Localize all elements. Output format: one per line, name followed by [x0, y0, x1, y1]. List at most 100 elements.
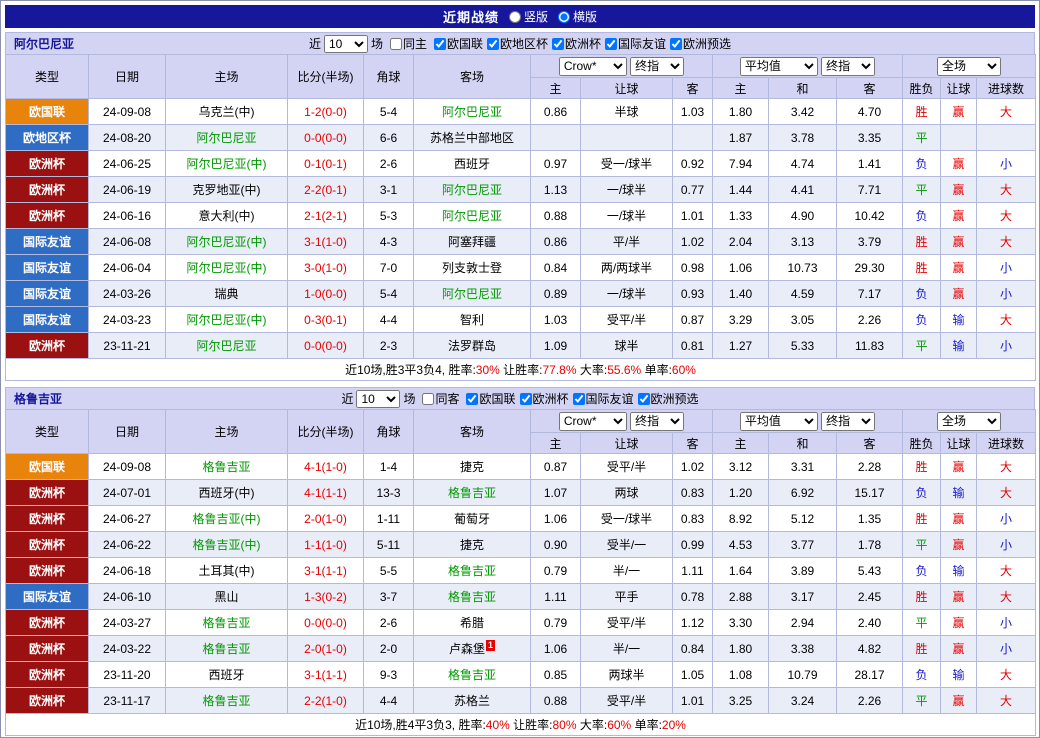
view-radio[interactable]	[558, 11, 570, 23]
league-filter[interactable]: 欧洲预选	[634, 390, 699, 407]
handicap-odds-away-cell: 0.93	[673, 281, 713, 307]
avg-odds-draw-cell: 10.73	[769, 255, 837, 281]
result-winloss-cell: 负	[903, 307, 941, 333]
handicap-odds-away-cell: 1.12	[673, 610, 713, 636]
home-team-cell: 西班牙	[166, 662, 288, 688]
league-checkbox[interactable]	[573, 393, 585, 405]
avg-odds-home-cell: 1.27	[713, 333, 769, 359]
type-cell: 欧洲杯	[6, 636, 89, 662]
handicap-odds-home-cell: 1.09	[531, 333, 581, 359]
handicap-line-cell: 受一/球半	[581, 151, 673, 177]
same-venue-option[interactable]: 同客	[418, 390, 459, 407]
europe-stage-select[interactable]: 终指	[821, 412, 875, 431]
handicap-odds-group-header: Crow* 终指	[531, 410, 713, 433]
date-cell: 24-06-10	[89, 584, 166, 610]
league-filter[interactable]: 国际友谊	[601, 35, 666, 52]
same-venue-checkbox[interactable]	[422, 393, 434, 405]
league-filter[interactable]: 欧洲杯	[548, 35, 601, 52]
league-checkbox[interactable]	[605, 38, 617, 50]
avg-odds-away-cell: 2.26	[837, 307, 903, 333]
period-select[interactable]: 全场	[937, 412, 1001, 431]
away-team-cell: 法罗群岛	[414, 333, 531, 359]
match-row: 欧洲杯24-06-19克罗地亚(中)2-2(0-1)3-1阿尔巴尼亚1.13一/…	[6, 177, 1036, 203]
handicap-odds-home-cell: 0.90	[531, 532, 581, 558]
europe-odds-group-header: 平均值 终指	[713, 55, 903, 78]
match-count-select[interactable]: 10	[324, 35, 368, 53]
away-team-cell: 阿塞拜疆	[414, 229, 531, 255]
handicap-odds-away-cell: 1.01	[673, 203, 713, 229]
handicap-odds-home-cell: 1.07	[531, 480, 581, 506]
result-winloss-cell: 平	[903, 610, 941, 636]
same-venue-option[interactable]: 同主	[386, 35, 427, 52]
league-checkbox[interactable]	[552, 38, 564, 50]
handicap-odds-home-cell: 0.86	[531, 99, 581, 125]
type-cell: 欧国联	[6, 99, 89, 125]
league-checkbox[interactable]	[487, 38, 499, 50]
result-winloss-cell: 胜	[903, 454, 941, 480]
result-winloss-cell: 平	[903, 688, 941, 714]
handicap-odds-away-cell: 0.99	[673, 532, 713, 558]
league-checkbox[interactable]	[638, 393, 650, 405]
avg-odds-draw-cell: 2.94	[769, 610, 837, 636]
result-winloss-cell: 胜	[903, 636, 941, 662]
result-goals-cell	[977, 125, 1036, 151]
corner-cell: 7-0	[364, 255, 414, 281]
handicap-line-cell: 受一/球半	[581, 506, 673, 532]
col-header-corner: 角球	[364, 55, 414, 99]
handicap-stage-select[interactable]: 终指	[630, 57, 684, 76]
recent-results-page: 近期战绩 竖版横版 阿尔巴尼亚 近 10 场 同主 欧国联欧地区杯欧洲杯国际友谊…	[0, 0, 1040, 738]
avg-odds-home-cell: 8.92	[713, 506, 769, 532]
section-header: 阿尔巴尼亚 近 10 场 同主 欧国联欧地区杯欧洲杯国际友谊欧洲预选	[5, 32, 1035, 54]
avg-odds-draw-cell: 3.38	[769, 636, 837, 662]
handicap-odds-home-cell: 1.06	[531, 636, 581, 662]
handicap-odds-home-cell: 0.89	[531, 281, 581, 307]
corner-cell: 9-3	[364, 662, 414, 688]
score-cell: 2-0(1-0)	[288, 636, 364, 662]
handicap-odds-away-cell: 0.81	[673, 333, 713, 359]
league-filter[interactable]: 欧地区杯	[483, 35, 548, 52]
league-checkbox[interactable]	[670, 38, 682, 50]
bookmaker-select[interactable]: Crow*	[559, 412, 627, 431]
league-filter[interactable]: 欧国联	[462, 390, 515, 407]
league-filter[interactable]: 国际友谊	[569, 390, 634, 407]
league-filter[interactable]: 欧国联	[430, 35, 483, 52]
league-checkbox[interactable]	[520, 393, 532, 405]
corner-cell: 1-4	[364, 454, 414, 480]
average-odds-select[interactable]: 平均值	[740, 57, 818, 76]
handicap-odds-away-cell	[673, 125, 713, 151]
result-handicap-cell	[941, 125, 977, 151]
type-cell: 欧洲杯	[6, 662, 89, 688]
handicap-stage-select[interactable]: 终指	[630, 412, 684, 431]
handicap-line-cell: 半/一	[581, 558, 673, 584]
home-team-cell: 乌克兰(中)	[166, 99, 288, 125]
type-cell: 欧国联	[6, 454, 89, 480]
sections-container: 阿尔巴尼亚 近 10 场 同主 欧国联欧地区杯欧洲杯国际友谊欧洲预选	[5, 32, 1035, 736]
score-cell: 2-2(1-0)	[288, 688, 364, 714]
results-table: 类型 日期 主场 比分(半场) 角球 客场 Crow* 终指 平均值 终指	[5, 54, 1036, 381]
handicap-line-cell: 球半	[581, 333, 673, 359]
date-cell: 24-03-22	[89, 636, 166, 662]
handicap-line-cell: 一/球半	[581, 281, 673, 307]
result-winloss-cell: 胜	[903, 229, 941, 255]
view-option-horizontal[interactable]: 横版	[558, 8, 597, 25]
period-select[interactable]: 全场	[937, 57, 1001, 76]
bookmaker-select[interactable]: Crow*	[559, 57, 627, 76]
league-checkbox[interactable]	[434, 38, 446, 50]
league-filter[interactable]: 欧洲杯	[516, 390, 569, 407]
result-goals-cell: 大	[977, 480, 1036, 506]
match-row: 欧洲杯24-06-25阿尔巴尼亚(中)0-1(0-1)2-6西班牙0.97受一/…	[6, 151, 1036, 177]
europe-stage-select[interactable]: 终指	[821, 57, 875, 76]
league-filter[interactable]: 欧洲预选	[666, 35, 731, 52]
avg-odds-away-cell: 4.70	[837, 99, 903, 125]
same-venue-label: 同主	[403, 35, 427, 52]
view-radio[interactable]	[509, 11, 521, 23]
same-venue-checkbox[interactable]	[390, 38, 402, 50]
view-option-vertical[interactable]: 竖版	[509, 8, 548, 25]
col-header-home: 主场	[166, 410, 288, 454]
average-odds-select[interactable]: 平均值	[740, 412, 818, 431]
score-cell: 3-0(1-0)	[288, 255, 364, 281]
summary-value: 80%	[553, 718, 577, 732]
match-count-select[interactable]: 10	[356, 390, 400, 408]
league-checkbox[interactable]	[466, 393, 478, 405]
match-row: 国际友谊24-06-08阿尔巴尼亚(中)3-1(1-0)4-3阿塞拜疆0.86平…	[6, 229, 1036, 255]
